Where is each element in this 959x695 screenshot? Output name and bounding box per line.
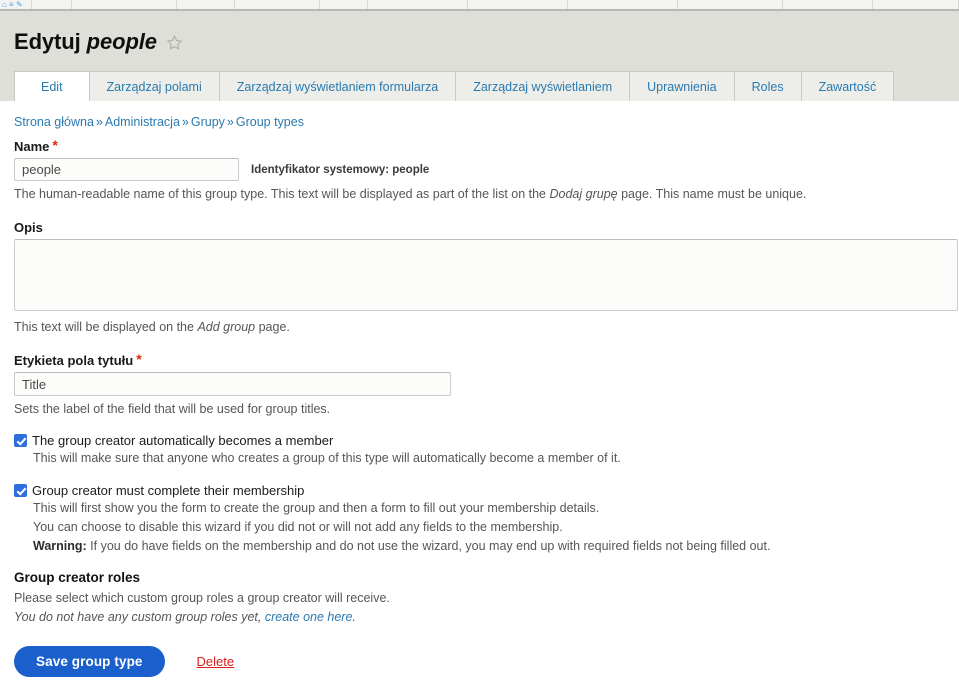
toolbar-cell[interactable]: [568, 0, 678, 9]
description-help-emphasis: Add group: [197, 320, 256, 334]
page-title-entity: people: [86, 29, 157, 54]
breadcrumb-item-home[interactable]: Strona główna: [14, 115, 94, 129]
tab-label: Roles: [751, 80, 784, 94]
create-role-link[interactable]: create one here: [265, 610, 353, 624]
tab-content[interactable]: Zawartość: [800, 71, 895, 101]
name-description-part2: page. This name must be unique.: [617, 187, 807, 201]
save-group-type-button[interactable]: Save group type: [14, 646, 165, 677]
description-help-part1: This text will be displayed on the: [14, 320, 198, 334]
breadcrumb: Strona główna» Administracja» Grupy» Group …: [0, 101, 959, 139]
tab-manage-display[interactable]: Zarządzaj wyświetlaniem: [455, 71, 631, 101]
toolbar-cell[interactable]: [32, 0, 72, 9]
name-label-text: Name: [14, 139, 50, 154]
description-label: Opis: [14, 220, 43, 235]
name-description-emphasis: Dodaj grupę: [549, 187, 618, 201]
creator-roles-empty-message: You do not have any custom group roles y…: [14, 608, 945, 627]
creator-membership-form-item: The group creator automatically becomes …: [14, 432, 945, 468]
tab-roles[interactable]: Roles: [733, 71, 802, 101]
primary-tabs[interactable]: Edit Zarządzaj polami Zarządzaj wyświetl…: [0, 71, 959, 101]
creator-wizard-warning: Warning: If you do have fields on the me…: [33, 537, 945, 556]
tab-label: Edit: [41, 80, 63, 94]
creator-roles-section: Group creator roles Please select which …: [14, 570, 945, 627]
toolbar-home-icon[interactable]: ⌂ ≡ ✎: [0, 0, 32, 9]
machine-name-prefix: Identyfikator systemowy:: [251, 163, 390, 176]
tab-manage-form-display[interactable]: Zarządzaj wyświetlaniem formularza: [218, 71, 457, 101]
creator-membership-checkbox-row[interactable]: The group creator automatically becomes …: [14, 432, 945, 449]
name-input[interactable]: [14, 158, 239, 181]
group-type-edit-form: Name* Identyfikator systemowy: people Th…: [0, 137, 959, 695]
name-form-item: Name* Identyfikator systemowy: people Th…: [14, 137, 945, 203]
creator-wizard-label: Group creator must complete their member…: [32, 483, 305, 498]
creator-membership-description: This will make sure that anyone who crea…: [33, 451, 621, 465]
admin-toolbar-strip[interactable]: ⌂ ≡ ✎: [0, 0, 959, 11]
creator-wizard-description-line2: You can choose to disable this wizard if…: [33, 520, 563, 534]
tab-label: Zarządzaj polami: [106, 80, 202, 94]
creator-wizard-warning-text: If you do have fields on the membership …: [86, 539, 771, 553]
creator-wizard-checkbox[interactable]: [14, 484, 27, 497]
title-label-text: Etykieta pola tytułu: [14, 353, 134, 368]
toolbar-cell[interactable]: [72, 0, 177, 9]
page-title-wrap: Edytuj people: [0, 11, 959, 71]
toolbar-cell[interactable]: [873, 0, 959, 9]
tab-label: Uprawnienia: [647, 80, 717, 94]
title-label-form-item: Etykieta pola tytułu* Sets the label of …: [14, 351, 945, 418]
delete-link[interactable]: Delete: [197, 654, 235, 669]
machine-name-value: people: [392, 163, 430, 176]
toolbar-cell[interactable]: [783, 0, 873, 9]
title-label-label: Etykieta pola tytułu *: [14, 351, 945, 368]
name-description-part1: The human-readable name of this group ty…: [14, 187, 550, 201]
tab-manage-fields[interactable]: Zarządzaj polami: [88, 71, 220, 101]
name-label: Name *: [14, 137, 945, 154]
breadcrumb-separator: »: [181, 115, 189, 129]
breadcrumb-item-groups[interactable]: Grupy: [191, 115, 225, 129]
breadcrumb-item-group-types[interactable]: Group types: [236, 115, 304, 129]
description-help-part2: page.: [255, 320, 290, 334]
breadcrumb-separator: »: [95, 115, 103, 129]
description-textarea[interactable]: [14, 239, 958, 311]
form-actions: Save group type Delete: [14, 646, 945, 695]
page-title: Edytuj people: [14, 29, 157, 55]
tab-permissions[interactable]: Uprawnienia: [629, 71, 735, 101]
creator-roles-empty-suffix: .: [352, 610, 356, 624]
creator-wizard-warning-label: Warning:: [33, 539, 87, 553]
title-label-description: Sets the label of the field that will be…: [14, 402, 331, 416]
creator-wizard-form-item: Group creator must complete their member…: [14, 482, 945, 556]
creator-membership-label: The group creator automatically becomes …: [32, 433, 334, 448]
toolbar-cell[interactable]: [177, 0, 235, 9]
tab-label: Zarządzaj wyświetlaniem formularza: [236, 80, 439, 94]
creator-roles-title: Group creator roles: [14, 570, 141, 585]
breadcrumb-item-administration[interactable]: Administracja: [105, 115, 180, 129]
description-help: This text will be displayed on the Add g…: [14, 319, 945, 336]
creator-wizard-description-line1: This will first show you the form to cre…: [33, 501, 600, 515]
toolbar-cell[interactable]: [368, 0, 468, 9]
toolbar-cell[interactable]: [468, 0, 568, 9]
creator-roles-empty-prefix: You do not have any custom group roles y…: [14, 610, 265, 624]
tab-edit[interactable]: Edit: [14, 71, 90, 101]
creator-membership-checkbox[interactable]: [14, 434, 27, 447]
name-description: The human-readable name of this group ty…: [14, 186, 945, 203]
creator-roles-description: Please select which custom group roles a…: [14, 591, 390, 605]
star-outline-icon[interactable]: [166, 34, 183, 51]
page-header-band: Edytuj people Edit Zarządzaj polami Zarz…: [0, 11, 959, 101]
toolbar-cell[interactable]: [320, 0, 368, 9]
creator-wizard-checkbox-row[interactable]: Group creator must complete their member…: [14, 482, 945, 499]
breadcrumb-separator: »: [226, 115, 234, 129]
required-marker: *: [136, 351, 142, 367]
tab-label: Zarządzaj wyświetlaniem: [473, 80, 613, 94]
main-content: Strona główna» Administracja» Grupy» Group …: [0, 101, 959, 695]
toolbar-cell[interactable]: [678, 0, 783, 9]
name-row: Identyfikator systemowy: people: [14, 158, 945, 181]
description-form-item: Opis This text will be displayed on the …: [14, 220, 958, 336]
machine-name-display: Identyfikator systemowy: people: [251, 164, 429, 176]
title-label-input[interactable]: [14, 372, 451, 396]
tab-label: Zawartość: [818, 80, 877, 94]
toolbar-cell[interactable]: [235, 0, 320, 9]
required-marker: *: [52, 137, 58, 153]
page-title-prefix: Edytuj: [14, 29, 81, 54]
